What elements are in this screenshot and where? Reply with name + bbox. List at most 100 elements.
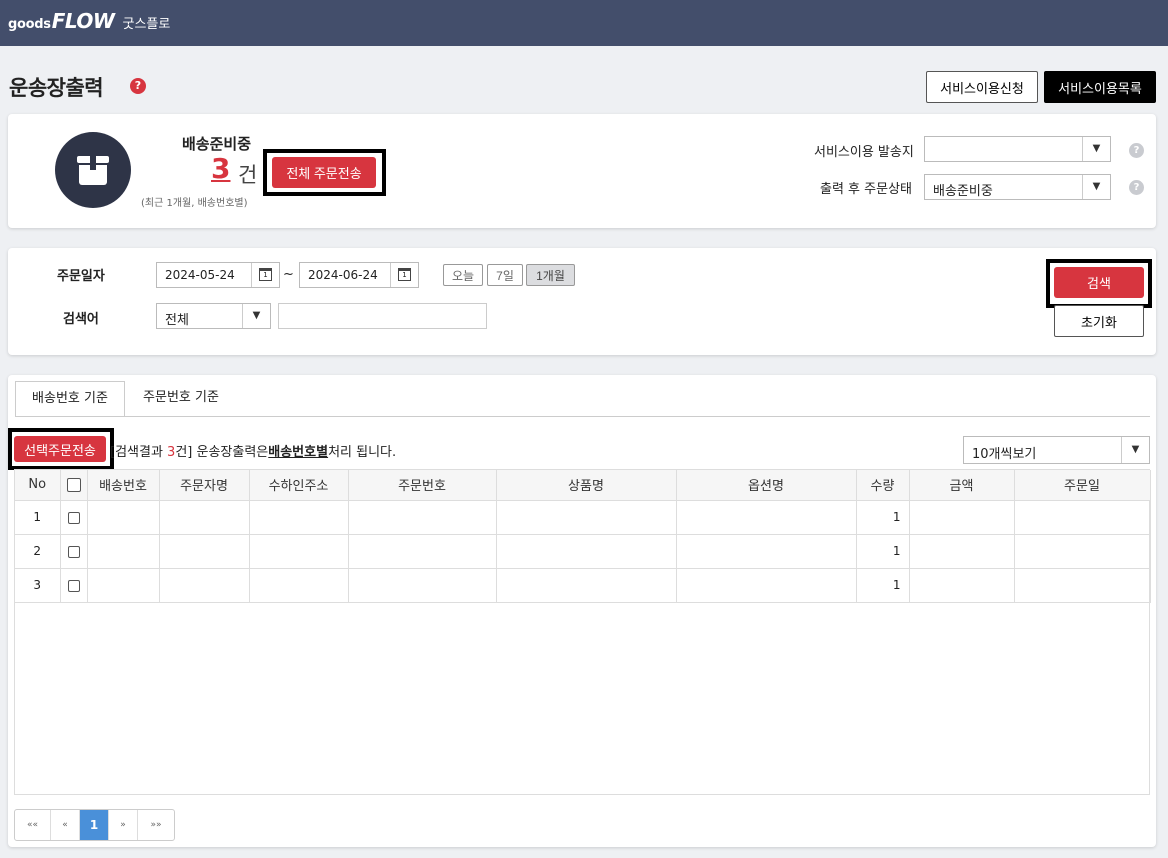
table-cell bbox=[909, 534, 1015, 569]
tab-delivery-number[interactable]: 배송번호 기준 bbox=[15, 381, 125, 417]
col-header-qty[interactable]: 수량 bbox=[856, 470, 910, 501]
table-cell bbox=[348, 568, 497, 603]
row-no: 1 bbox=[15, 500, 61, 535]
after-status-select-value: 배송준비중 bbox=[933, 184, 993, 199]
col-header-order-date[interactable]: 주문일 bbox=[1014, 470, 1151, 501]
table-cell bbox=[249, 568, 349, 603]
table-cell bbox=[249, 534, 349, 569]
tab-order-number[interactable]: 주문번호 기준 bbox=[126, 381, 236, 417]
table-cell bbox=[87, 568, 160, 603]
origin-help-icon[interactable]: ? bbox=[1129, 143, 1144, 158]
goodsflow-logo[interactable]: goods FLOW 굿스플로 bbox=[8, 9, 170, 33]
next-page-button[interactable]: » bbox=[109, 810, 138, 840]
select-all-checkbox[interactable] bbox=[66, 477, 81, 492]
row-checkbox-cell bbox=[60, 500, 88, 535]
keyword-label: 검색어 bbox=[63, 312, 99, 327]
table-cell bbox=[909, 568, 1015, 603]
table-cell bbox=[159, 534, 250, 569]
table-cell bbox=[676, 534, 857, 569]
service-apply-button[interactable]: 서비스이용신청 bbox=[926, 71, 1038, 103]
row-checkbox[interactable] bbox=[67, 545, 80, 558]
service-list-button[interactable]: 서비스이용목록 bbox=[1044, 71, 1156, 103]
after-status-label: 출력 후 주문상태 bbox=[820, 182, 912, 197]
date-range-tilde: ~ bbox=[283, 267, 294, 282]
date-to-input[interactable]: 2024-06-24 1 bbox=[299, 262, 419, 288]
table-cell bbox=[249, 500, 349, 535]
result-emphasis: 배송번호별 bbox=[268, 445, 329, 460]
table-cell bbox=[87, 500, 160, 535]
col-header-delivery-no[interactable]: 배송번호 bbox=[87, 470, 160, 501]
dropdown-arrow-icon: ▼ bbox=[1082, 175, 1110, 199]
table-cell bbox=[159, 568, 250, 603]
calendar-button[interactable]: 1 bbox=[251, 263, 279, 287]
table-cell bbox=[496, 568, 677, 603]
results-grid: No 배송번호 주문자명 수하인주소 주문번호 상품명 옵션명 수량 금액 주문… bbox=[14, 469, 1151, 795]
dropdown-arrow-icon: ▼ bbox=[1082, 137, 1110, 161]
col-header-order-no[interactable]: 주문번호 bbox=[348, 470, 497, 501]
row-qty: 1 bbox=[856, 568, 910, 603]
help-icon[interactable]: ? bbox=[130, 78, 146, 94]
table-cell bbox=[1014, 534, 1151, 569]
page-1-button[interactable]: 1 bbox=[80, 810, 109, 840]
calendar-button[interactable]: 1 bbox=[390, 263, 418, 287]
count-note: (최근 1개월, 배송번호별) bbox=[141, 198, 248, 209]
table-cell bbox=[159, 500, 250, 535]
pending-count[interactable]: 3 bbox=[211, 152, 230, 185]
status-panel: 배송준비중 3 건 (최근 1개월, 배송번호별) 전체 주문전송 서비스이용 … bbox=[8, 114, 1156, 228]
count-unit: 건 bbox=[238, 163, 258, 187]
send-all-orders-button[interactable]: 전체 주문전송 bbox=[272, 157, 376, 188]
logo-flow-text: FLOW bbox=[51, 9, 115, 33]
col-header-orderer[interactable]: 주문자명 bbox=[159, 470, 250, 501]
dropdown-arrow-icon: ▼ bbox=[1121, 437, 1149, 463]
origin-label: 서비스이용 발송지 bbox=[814, 145, 914, 160]
calendar-icon: 1 bbox=[398, 268, 411, 281]
send-selected-orders-button[interactable]: 선택주문전송 bbox=[14, 436, 106, 462]
row-no: 2 bbox=[15, 534, 61, 569]
table-cell bbox=[1014, 568, 1151, 603]
page-size-select[interactable]: 10개씩보기 ▼ bbox=[963, 436, 1150, 464]
table-row[interactable]: 2 1 bbox=[15, 534, 1151, 569]
col-header-option[interactable]: 옵션명 bbox=[676, 470, 857, 501]
keyword-type-value: 전체 bbox=[165, 313, 189, 328]
pagination: «« « 1 » »» bbox=[14, 809, 175, 841]
table-cell bbox=[676, 500, 857, 535]
top-bar: goods FLOW 굿스플로 bbox=[0, 0, 1168, 46]
date-from-input[interactable]: 2024-05-24 1 bbox=[156, 262, 280, 288]
result-suffix: 처리 됩니다. bbox=[328, 445, 397, 460]
last-page-button[interactable]: »» bbox=[138, 810, 174, 840]
row-checkbox[interactable] bbox=[67, 511, 80, 524]
col-header-product[interactable]: 상품명 bbox=[496, 470, 677, 501]
range-1month-button[interactable]: 1개월 bbox=[526, 264, 575, 286]
logo-goods-text: goods bbox=[8, 17, 51, 32]
after-status-select[interactable]: 배송준비중 ▼ bbox=[924, 174, 1111, 200]
row-no: 3 bbox=[15, 568, 61, 603]
results-table: No 배송번호 주문자명 수하인주소 주문번호 상품명 옵션명 수량 금액 주문… bbox=[15, 470, 1151, 603]
row-checkbox[interactable] bbox=[67, 579, 80, 592]
table-cell bbox=[87, 534, 160, 569]
status-title: 배송준비중 bbox=[182, 135, 252, 153]
range-7days-button[interactable]: 7일 bbox=[487, 264, 523, 286]
package-box-icon bbox=[55, 132, 131, 208]
reset-button[interactable]: 초기화 bbox=[1054, 305, 1144, 337]
table-cell bbox=[496, 500, 677, 535]
table-row[interactable]: 1 1 bbox=[15, 500, 1151, 535]
col-header-no: No bbox=[15, 470, 61, 501]
keyword-input[interactable] bbox=[278, 303, 487, 329]
table-row[interactable]: 3 1 bbox=[15, 568, 1151, 603]
col-header-address[interactable]: 수하인주소 bbox=[249, 470, 349, 501]
row-qty: 1 bbox=[856, 534, 910, 569]
result-prefix: [검색결과 bbox=[110, 445, 168, 460]
result-summary: [검색결과 3건] 운송장출력은배송번호별처리 됩니다. bbox=[110, 441, 396, 460]
search-button[interactable]: 검색 bbox=[1054, 267, 1144, 298]
page-size-value: 10개씩보기 bbox=[972, 447, 1037, 462]
after-status-help-icon[interactable]: ? bbox=[1129, 180, 1144, 195]
dropdown-arrow-icon: ▼ bbox=[242, 304, 270, 328]
first-page-button[interactable]: «« bbox=[15, 810, 51, 840]
prev-page-button[interactable]: « bbox=[51, 810, 80, 840]
range-today-button[interactable]: 오늘 bbox=[443, 264, 483, 286]
tab-divider bbox=[15, 416, 1150, 417]
keyword-type-select[interactable]: 전체 ▼ bbox=[156, 303, 271, 329]
page-title: 운송장출력 bbox=[9, 76, 104, 100]
origin-select[interactable]: ▼ bbox=[924, 136, 1111, 162]
col-header-amount[interactable]: 금액 bbox=[909, 470, 1015, 501]
